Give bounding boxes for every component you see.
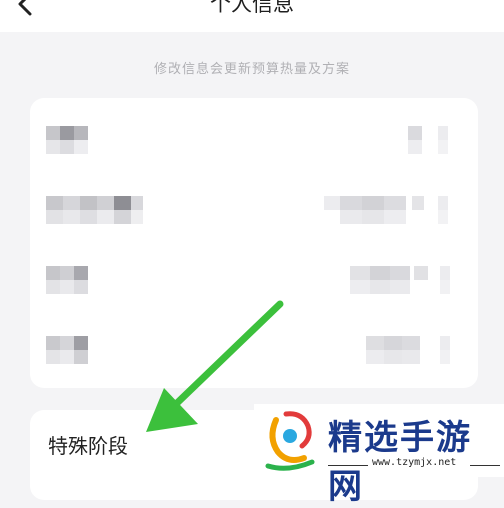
update-hint: 修改信息会更新预算热量及方案 <box>153 62 350 77</box>
info-row[interactable] <box>30 108 478 168</box>
watermark-divider <box>470 465 500 466</box>
top-bar: 个人信息 <box>0 0 504 32</box>
watermark-url: www.tzymjx.net <box>372 457 457 468</box>
watermark-divider <box>328 465 368 466</box>
brand-logo-icon <box>265 411 315 471</box>
info-row[interactable] <box>30 248 478 308</box>
special-stage-label: 特殊阶段 <box>48 434 128 458</box>
watermark: 精选手游网 www.tzymjx.net <box>254 404 504 507</box>
info-row[interactable] <box>30 178 478 238</box>
page-title: 个人信息 <box>210 0 294 16</box>
